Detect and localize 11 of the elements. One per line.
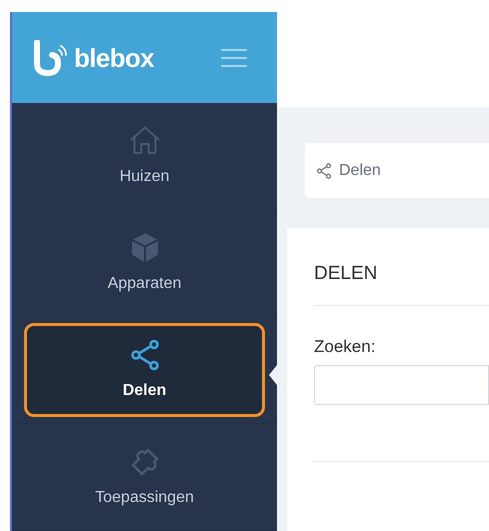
sidebar-item[interactable]: Apparaten xyxy=(12,210,277,316)
logo-text: blebox xyxy=(74,44,154,71)
sidebar-item[interactable]: Delen xyxy=(24,322,265,418)
share-icon xyxy=(315,162,333,180)
breadcrumb-link[interactable]: Delen xyxy=(339,158,381,182)
search-label: Zoeken: xyxy=(314,336,376,358)
panel-title: DELEN xyxy=(314,260,489,306)
sidebar-item[interactable]: Toepassingen xyxy=(12,424,277,530)
search-field[interactable] xyxy=(314,365,489,405)
logo-icon xyxy=(32,40,70,76)
sidebar-item[interactable]: Huizen xyxy=(12,103,277,210)
